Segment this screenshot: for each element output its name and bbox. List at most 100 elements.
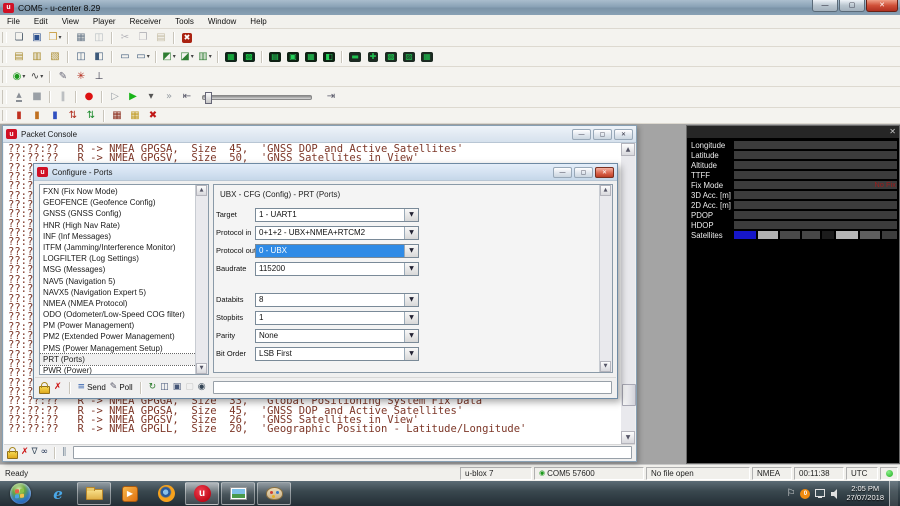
play-options-icon[interactable]: ▾ bbox=[143, 90, 159, 105]
taskbar-firefox[interactable] bbox=[149, 482, 183, 505]
database-2-icon[interactable]: ▦ bbox=[127, 108, 143, 123]
pause-icon[interactable]: ‖ bbox=[55, 90, 71, 105]
list-item-prt[interactable]: PRT (Ports) bbox=[40, 354, 196, 365]
console-scrollbar[interactable]: ▲ ▼ bbox=[621, 143, 635, 444]
menu-window[interactable]: Window bbox=[201, 17, 243, 26]
chevron-down-icon[interactable]: ▼ bbox=[404, 312, 418, 324]
list-item-geofence[interactable]: GEOFENCE (Geofence Config) bbox=[40, 197, 196, 208]
list-item-inf[interactable]: INF (Inf Messages) bbox=[40, 231, 196, 242]
list-item-pms[interactable]: PMS (Power Management Setup) bbox=[40, 343, 196, 354]
dock-view-icon[interactable]: ◫ bbox=[73, 49, 89, 64]
chevron-down-icon[interactable]: ▼ bbox=[404, 294, 418, 306]
list-item-navx5[interactable]: NAVX5 (Navigation Expert 5) bbox=[40, 287, 196, 298]
list-item-msg[interactable]: MSG (Messages) bbox=[40, 264, 196, 275]
sort-enabled-icon[interactable]: ⇅ bbox=[83, 108, 99, 123]
stop-icon[interactable]: ■ bbox=[29, 90, 45, 105]
minimize-button[interactable]: — bbox=[812, 0, 838, 12]
menu-tools[interactable]: Tools bbox=[168, 17, 201, 26]
temperature-1-icon[interactable]: ▮ bbox=[11, 108, 27, 123]
clear-config-icon[interactable]: ✗ bbox=[54, 383, 62, 392]
playback-slider-thumb[interactable] bbox=[205, 92, 212, 104]
print-preview-icon[interactable]: ◫ bbox=[91, 30, 107, 45]
clear-console-icon[interactable]: ✗ bbox=[21, 448, 29, 457]
baudrate-combo[interactable]: 115200▼ bbox=[255, 262, 419, 276]
sort-messages-icon[interactable]: ⇅ bbox=[65, 108, 81, 123]
stopbits-combo[interactable]: 1▼ bbox=[255, 311, 419, 325]
poll-once-icon[interactable]: ↻ bbox=[149, 383, 157, 392]
menu-receiver[interactable]: Receiver bbox=[123, 17, 169, 26]
parity-combo[interactable]: None▼ bbox=[255, 329, 419, 343]
menu-edit[interactable]: Edit bbox=[27, 17, 55, 26]
menu-view[interactable]: View bbox=[55, 17, 86, 26]
fast-forward-icon[interactable]: » bbox=[161, 90, 177, 105]
list-item-pm2[interactable]: PM2 (Extended Power Management) bbox=[40, 331, 196, 342]
taskbar-explorer[interactable] bbox=[77, 482, 111, 505]
pane-scroll-up-icon[interactable]: ▲ bbox=[600, 185, 611, 196]
scroll-down-icon[interactable]: ▼ bbox=[621, 431, 635, 444]
pane-scrollbar[interactable]: ▲ ▼ bbox=[599, 185, 612, 372]
pane-scroll-down-icon[interactable]: ▼ bbox=[600, 361, 611, 372]
dialog-minimize-button[interactable]: — bbox=[553, 167, 572, 178]
print-icon[interactable]: ▦ bbox=[73, 30, 89, 45]
docking-window-1-icon[interactable]: ▦ bbox=[223, 49, 239, 64]
open-file-icon[interactable]: ❒▾ bbox=[47, 30, 63, 45]
data-panel-titlebar[interactable]: ✕ bbox=[687, 126, 899, 138]
taskbar-clock[interactable]: 2:05 PM 27/07/2018 bbox=[846, 485, 884, 502]
step-icon[interactable]: ▷ bbox=[107, 90, 123, 105]
chevron-down-icon[interactable]: ▼ bbox=[404, 227, 418, 239]
map-view-icon[interactable]: ▭ bbox=[117, 49, 133, 64]
list-scroll-up-icon[interactable]: ▲ bbox=[196, 185, 207, 196]
console-filter-input[interactable] bbox=[73, 446, 632, 459]
stop-poll-icon[interactable]: ▢ bbox=[185, 383, 194, 392]
database-1-icon[interactable]: ▦ bbox=[109, 108, 125, 123]
table-view-icon[interactable]: ▤ bbox=[11, 49, 27, 64]
packet-console-titlebar[interactable]: u Packet Console — ▢ ✕ bbox=[3, 126, 636, 143]
console-window-3-icon[interactable]: ▦ bbox=[303, 49, 319, 64]
console-window-2-icon[interactable]: ▣ bbox=[285, 49, 301, 64]
dialog-close-button[interactable]: ✕ bbox=[595, 167, 614, 178]
console-window-1-icon[interactable]: ▤ bbox=[267, 49, 283, 64]
volume-icon[interactable] bbox=[831, 489, 841, 499]
target-combo[interactable]: 1 - UART1▼ bbox=[255, 208, 419, 222]
menu-file[interactable]: File bbox=[0, 17, 27, 26]
docking-window-2-icon[interactable]: ▩ bbox=[241, 49, 257, 64]
maximize-button[interactable]: ▢ bbox=[839, 0, 865, 12]
taskbar-u-center[interactable]: u bbox=[185, 482, 219, 505]
show-desktop-button[interactable] bbox=[889, 481, 898, 506]
list-item-fxn[interactable]: FXN (Fix Now Mode) bbox=[40, 186, 196, 197]
menu-help[interactable]: Help bbox=[243, 17, 273, 26]
taskbar-photo-viewer[interactable] bbox=[221, 482, 255, 505]
statistic-view-icon[interactable]: ▧ bbox=[47, 49, 63, 64]
paste-icon[interactable]: ▤ bbox=[153, 30, 169, 45]
close-button[interactable]: ✕ bbox=[866, 0, 898, 12]
chart-window-2-icon[interactable]: ✚ bbox=[365, 49, 381, 64]
database-clear-icon[interactable]: ✖ bbox=[145, 108, 161, 123]
skip-start-icon[interactable]: ⇤ bbox=[179, 90, 195, 105]
start-button[interactable] bbox=[1, 482, 39, 505]
play-icon[interactable]: ▶ bbox=[125, 90, 141, 105]
dialog-titlebar[interactable]: u Configure - Ports — ▢ ✕ bbox=[34, 164, 617, 181]
main-titlebar[interactable]: u COM5 - u-center 8.29 — ▢ ✕ bbox=[0, 0, 900, 15]
list-item-gnss[interactable]: GNSS (GNSS Config) bbox=[40, 208, 196, 219]
temperature-3-icon[interactable]: ▮ bbox=[47, 108, 63, 123]
save-message-icon[interactable]: ▣ bbox=[173, 383, 182, 392]
protocol-in-combo[interactable]: 0+1+2 - UBX+NMEA+RTCM2▼ bbox=[255, 226, 419, 240]
filter-console-icon[interactable]: ∇ bbox=[32, 448, 38, 457]
list-item-nmea[interactable]: NMEA (NMEA Protocol) bbox=[40, 298, 196, 309]
baudrate-icon[interactable]: ∿▾ bbox=[29, 69, 45, 84]
bit-order-combo[interactable]: LSB First▼ bbox=[255, 347, 419, 361]
network-icon[interactable] bbox=[815, 489, 826, 498]
send-button[interactable]: ≡Send bbox=[78, 383, 106, 392]
list-item-odo[interactable]: ODO (Odometer/Low-Speed COG filter) bbox=[40, 309, 196, 320]
list-item-itfm[interactable]: ITFM (Jamming/Interference Monitor) bbox=[40, 242, 196, 253]
chevron-down-icon[interactable]: ▼ bbox=[404, 263, 418, 275]
logfile-icon[interactable]: ✖ bbox=[179, 30, 195, 45]
scroll-thumb[interactable] bbox=[622, 384, 636, 406]
auto-poll-icon[interactable]: ◫ bbox=[160, 383, 169, 392]
config-message-input[interactable] bbox=[213, 381, 612, 394]
tile-view-icon[interactable]: ◧ bbox=[91, 49, 107, 64]
action-center-icon[interactable]: ⚐ bbox=[786, 488, 795, 499]
chart-window-5-icon[interactable]: ▦ bbox=[419, 49, 435, 64]
find-console-icon[interactable]: ∞ bbox=[41, 448, 49, 457]
chart-window-4-icon[interactable]: ▨ bbox=[401, 49, 417, 64]
